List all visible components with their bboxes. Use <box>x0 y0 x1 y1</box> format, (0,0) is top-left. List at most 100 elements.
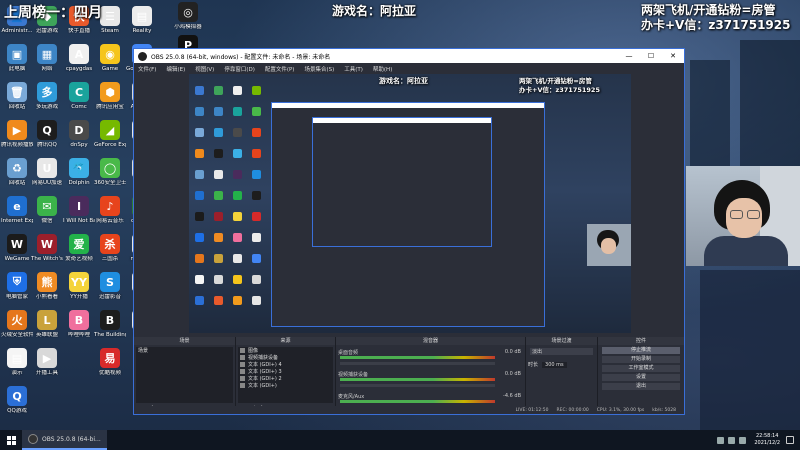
desktop-icon-label: 哔哩哔哩 <box>67 332 90 338</box>
desktop-icon[interactable]: ⬢ 腾讯应用宝 <box>94 82 126 110</box>
menu-item[interactable]: 场景集合(S) <box>304 65 334 73</box>
desktop-icon[interactable]: YY YY开播 <box>63 272 95 300</box>
desktop-icon[interactable]: C Comc <box>63 82 95 110</box>
notification-icon[interactable] <box>786 436 794 444</box>
preview-desktop-icon <box>233 254 242 263</box>
desktop-icon[interactable]: ◢ GeForce Experience <box>94 120 126 148</box>
app-icon: I <box>69 196 89 216</box>
desktop-icon[interactable]: DdnSpy <box>63 120 95 148</box>
desktop-icon[interactable]: e Internet Explorer <box>1 196 33 224</box>
desktop-icon[interactable]: W WeGame <box>1 234 33 262</box>
control-button[interactable]: 工作室模式 <box>602 365 680 372</box>
nested-webcam-1 <box>587 224 631 266</box>
windows-logo-icon <box>6 435 16 445</box>
start-button[interactable] <box>0 430 22 450</box>
desktop-icon[interactable]: Q QQ游戏 <box>1 386 33 414</box>
preview-desktop-icon <box>233 86 242 95</box>
desktop-icon[interactable]: ♪ 网易云音乐 <box>94 196 126 224</box>
preview-desktop-icon <box>252 212 261 221</box>
source-item[interactable]: 文本 (GDI+) 3 <box>238 368 333 375</box>
sources-dock: 来源 图像 视频捕获设备 文本 (GDI+) 4 文本 (GDI+) 3 文本 (GDI… <box>236 337 336 413</box>
source-item[interactable]: 视频捕获设备 <box>238 354 333 361</box>
desktop-icon[interactable]: ▦ 网络 <box>31 44 63 72</box>
menu-item[interactable]: 配置文件(P) <box>265 65 295 73</box>
volume-slider[interactable] <box>340 362 495 365</box>
duration-label: 时长 <box>528 362 539 368</box>
desktop-icon[interactable]: ▤ 演示 <box>1 348 33 376</box>
desktop-icon[interactable]: ✉ 微信 <box>31 196 63 224</box>
desktop-icon[interactable]: ◯ 360安全卫士 <box>94 158 126 186</box>
desktop-icon[interactable]: ▤ Reality <box>126 6 158 34</box>
taskbar: OBS 25.0.8 (64-bi... 22:58:14 2021/12/2 <box>0 430 800 450</box>
desktop-icon[interactable]: ▶ 开播工具 <box>31 348 63 376</box>
menu-item[interactable]: 文件(F) <box>138 65 156 73</box>
mixer-channel-db: 0.0 dB <box>504 349 521 355</box>
menu-item[interactable]: 工具(T) <box>344 65 363 73</box>
desktop-icon[interactable]: ⛨ 电脑管家 <box>1 272 33 300</box>
desktop-icon[interactable]: Q 腾讯QQ <box>31 120 63 148</box>
sources-list[interactable]: 图像 视频捕获设备 文本 (GDI+) 4 文本 (GDI+) 3 文本 (GDI+) … <box>238 347 333 403</box>
volume-meter <box>340 356 495 359</box>
maximize-icon[interactable]: ☐ <box>640 52 662 60</box>
taskbar-obs-button[interactable]: OBS 25.0.8 (64-bi... <box>22 430 107 450</box>
preview-desktop-icon <box>252 191 261 200</box>
desktop-icon[interactable]: ◉ Game <box>94 44 126 72</box>
desktop-icon[interactable]: ♻ 回收站 <box>1 158 33 186</box>
menu-item[interactable]: 视图(V) <box>195 65 214 73</box>
menu-item[interactable]: 编辑(E) <box>166 65 185 73</box>
desktop-icon-label: Comc <box>71 104 87 110</box>
source-item[interactable]: 文本 (GDI+) 2 <box>238 375 333 382</box>
control-button[interactable]: 退出 <box>602 383 680 390</box>
desktop-icon[interactable]: S 迅雷影音 <box>94 272 126 300</box>
desktop-icon-label: 英雄联盟 <box>35 332 58 338</box>
menu-item[interactable]: 帮助(H) <box>373 65 392 73</box>
volume-slider[interactable] <box>340 384 495 387</box>
app-icon: Q <box>7 386 27 406</box>
desktop-icon[interactable]: U 网易UU加速 <box>31 158 63 186</box>
obs-window[interactable]: OBS 25.0.8 (64-bit, windows) - 配置文件: 未命名… <box>133 48 685 415</box>
desktop-icon[interactable]: 爱爱奇艺视频 <box>63 234 95 262</box>
desktop-icon[interactable]: 🗑 回收站 <box>1 82 33 110</box>
app-icon: 多 <box>37 82 57 102</box>
desktop-icon[interactable]: 杀三国杀 <box>94 234 126 262</box>
desktop-icon-label: 开播工具 <box>35 370 58 376</box>
desktop-icon[interactable]: W The Witch's House MV <box>31 234 63 262</box>
obs-preview[interactable]: 游戏名：阿拉亚 两架飞机/开通钻粉=房管 办卡+V信：z371751925 <box>189 74 631 333</box>
tray-chevron-icon[interactable] <box>717 436 725 444</box>
scenes-dock: 场景 场景 + − ⌃ ⌄ <box>134 337 236 413</box>
tray-network-icon[interactable] <box>728 436 736 444</box>
preview-overlay-game-label: 游戏名：阿拉亚 <box>379 77 428 85</box>
control-button[interactable]: 设置 <box>602 374 680 381</box>
desktop-icon[interactable]: L 英雄联盟 <box>31 310 63 338</box>
obs-titlebar[interactable]: OBS 25.0.8 (64-bit, windows) - 配置文件: 未命名… <box>134 49 684 63</box>
desktop-icon[interactable]: ▣ 此电脑 <box>1 44 33 72</box>
desktop-icon[interactable]: 多多玩游戏 <box>31 82 63 110</box>
desktop-icon[interactable]: 🐬 Dolphin <box>63 158 95 186</box>
desktop-icon[interactable]: I I Will Not Back Home <box>63 196 95 224</box>
desktop-icon[interactable]: 火火绒安全软件 <box>1 310 33 338</box>
close-icon[interactable]: ✕ <box>662 52 684 60</box>
desktop-icon[interactable]: ◎ 小鸡模拟器 <box>172 2 204 30</box>
source-label: 文本 (GDI+) 3 <box>248 369 282 375</box>
duration-input[interactable]: 300 ms <box>542 361 567 368</box>
clock[interactable]: 22:58:14 2021/12/2 <box>754 433 780 447</box>
tray-volume-icon[interactable] <box>739 436 747 444</box>
app-icon: A <box>69 44 89 64</box>
transition-select[interactable]: 淡出 <box>530 348 593 355</box>
control-button[interactable]: 停止推流 <box>602 347 680 354</box>
scene-item[interactable]: 场景 <box>136 347 233 354</box>
scenes-list[interactable]: 场景 <box>136 347 233 403</box>
control-button[interactable]: 开始录制 <box>602 356 680 363</box>
menu-item[interactable]: 停靠窗口(D) <box>224 65 255 73</box>
desktop-icon[interactable]: ▶ 腾讯视频播放 <box>1 120 33 148</box>
desktop-icon[interactable]: 熊小熊看看 <box>31 272 63 300</box>
desktop-icon[interactable]: 易优酷视频 <box>94 348 126 376</box>
volume-meter <box>340 378 495 381</box>
source-item[interactable]: 文本 (GDI+) <box>238 382 333 389</box>
source-item[interactable]: 图像 <box>238 347 333 354</box>
desktop-icon[interactable]: B The Building <box>94 310 126 338</box>
source-item[interactable]: 文本 (GDI+) 4 <box>238 361 333 368</box>
minimize-icon[interactable]: — <box>618 52 640 60</box>
desktop-icon[interactable]: Acpaygdas <box>63 44 95 72</box>
desktop-icon[interactable]: B 哔哩哔哩 <box>63 310 95 338</box>
